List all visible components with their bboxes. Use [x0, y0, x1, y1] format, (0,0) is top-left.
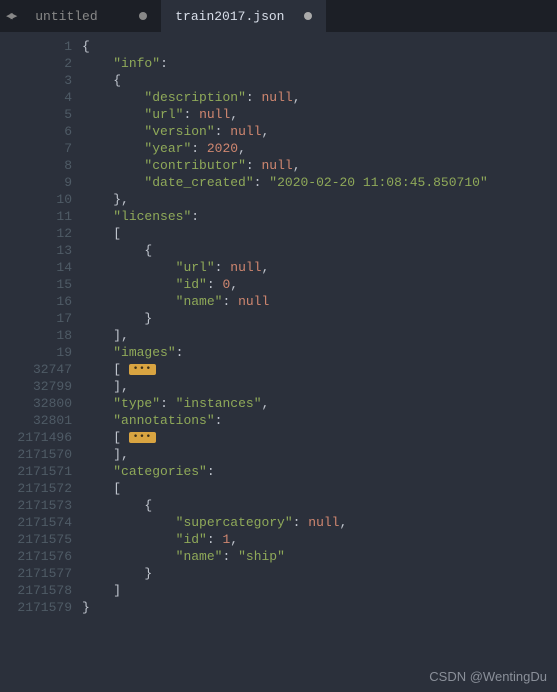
gutter-line: 11 — [0, 208, 72, 225]
code-area[interactable]: { "info": { "description": null, "url": … — [82, 32, 557, 692]
gutter-line: 16 — [0, 293, 72, 310]
fold-marker-icon[interactable]: ••• — [129, 364, 156, 375]
code-line: "url": null, — [82, 106, 557, 123]
gutter-line: 10 — [0, 191, 72, 208]
gutter-line: 8 — [0, 157, 72, 174]
code-line: "supercategory": null, — [82, 514, 557, 531]
gutter-line: 2171575 — [0, 531, 72, 548]
code-line: "name": "ship" — [82, 548, 557, 565]
gutter-line: 2171579 — [0, 599, 72, 616]
gutter-line: 18 — [0, 327, 72, 344]
code-line: "description": null, — [82, 89, 557, 106]
gutter-line: 6 — [0, 123, 72, 140]
gutter-line: 2 — [0, 55, 72, 72]
code-line: "contributor": null, — [82, 157, 557, 174]
code-line: "url": null, — [82, 259, 557, 276]
code-line: ] — [82, 582, 557, 599]
code-line: "categories": — [82, 463, 557, 480]
gutter-line: 5 — [0, 106, 72, 123]
code-line: "licenses": — [82, 208, 557, 225]
code-line: } — [82, 565, 557, 582]
gutter-line: 19 — [0, 344, 72, 361]
code-line: [ — [82, 480, 557, 497]
gutter-line: 17 — [0, 310, 72, 327]
code-line: [ — [82, 225, 557, 242]
tab-bar: ◀ ▶ untitled train2017.json — [0, 0, 557, 32]
nav-arrows: ◀ ▶ — [0, 9, 21, 23]
gutter-line: 14 — [0, 259, 72, 276]
code-line: "type": "instances", — [82, 395, 557, 412]
nav-forward-icon[interactable]: ▶ — [11, 9, 16, 23]
code-line: }, — [82, 191, 557, 208]
code-line: ], — [82, 378, 557, 395]
gutter-line: 2171577 — [0, 565, 72, 582]
code-line: } — [82, 599, 557, 616]
gutter-line: 2171576 — [0, 548, 72, 565]
dirty-indicator-icon — [139, 12, 147, 20]
gutter-line: 15 — [0, 276, 72, 293]
gutter-line: 32747 — [0, 361, 72, 378]
code-line: "annotations": — [82, 412, 557, 429]
gutter-line: 1 — [0, 38, 72, 55]
gutter-line: 4 — [0, 89, 72, 106]
gutter-line: 32799 — [0, 378, 72, 395]
code-line: "images": — [82, 344, 557, 361]
gutter-line: 3 — [0, 72, 72, 89]
dirty-indicator-icon — [304, 12, 312, 20]
code-line: "year": 2020, — [82, 140, 557, 157]
tab-label: train2017.json — [175, 9, 284, 24]
gutter-line: 12 — [0, 225, 72, 242]
gutter-line: 2171574 — [0, 514, 72, 531]
code-line: { — [82, 242, 557, 259]
code-line: ], — [82, 446, 557, 463]
code-line: { — [82, 72, 557, 89]
code-line: { — [82, 38, 557, 55]
code-line: [ ••• — [82, 361, 557, 378]
fold-marker-icon[interactable]: ••• — [129, 432, 156, 443]
gutter-line: 2171496 — [0, 429, 72, 446]
gutter-line: 2171572 — [0, 480, 72, 497]
code-line: "info": — [82, 55, 557, 72]
code-line: "name": null — [82, 293, 557, 310]
code-line: "date_created": "2020-02-20 11:08:45.850… — [82, 174, 557, 191]
tab-train2017-json[interactable]: train2017.json — [161, 0, 326, 32]
code-line: ], — [82, 327, 557, 344]
gutter-line: 2171573 — [0, 497, 72, 514]
gutter-line: 2171570 — [0, 446, 72, 463]
editor: 1234567891011121314151617181932747327993… — [0, 32, 557, 692]
tab-untitled[interactable]: untitled — [21, 0, 161, 32]
gutter-line: 2171578 — [0, 582, 72, 599]
code-line: "id": 0, — [82, 276, 557, 293]
gutter-line: 32800 — [0, 395, 72, 412]
code-line: [ ••• — [82, 429, 557, 446]
code-line: "version": null, — [82, 123, 557, 140]
gutter-line: 7 — [0, 140, 72, 157]
gutter: 1234567891011121314151617181932747327993… — [0, 32, 82, 692]
gutter-line: 32801 — [0, 412, 72, 429]
watermark: CSDN @WentingDu — [429, 669, 547, 684]
gutter-line: 2171571 — [0, 463, 72, 480]
code-line: } — [82, 310, 557, 327]
tab-label: untitled — [35, 9, 97, 24]
code-line: "id": 1, — [82, 531, 557, 548]
gutter-line: 9 — [0, 174, 72, 191]
code-line: { — [82, 497, 557, 514]
gutter-line: 13 — [0, 242, 72, 259]
